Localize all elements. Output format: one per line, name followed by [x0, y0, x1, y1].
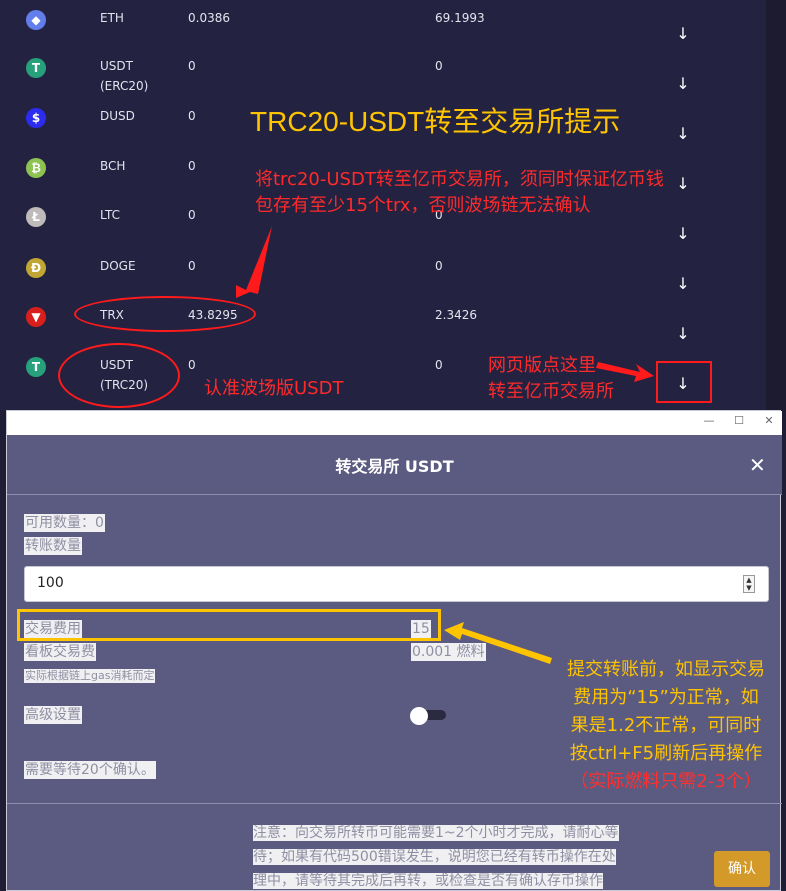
annotation-click-here: 网页版点这里 转至亿币交易所: [488, 353, 614, 405]
annotation-click-line2: 转至亿币交易所: [488, 381, 614, 402]
maximize-icon[interactable]: ☐: [729, 414, 749, 427]
annotation-fee-line5: （实际燃料只需2-3个）: [570, 771, 762, 792]
available-amount: 可用数量：0: [24, 514, 105, 532]
board-fee-label: 看板交易费: [24, 643, 96, 661]
annotation-fee-note: 提交转账前，如显示交易 费用为“15”为正常，如 果是1.2不正常，可同时 按c…: [548, 656, 784, 796]
confirm-button[interactable]: 确认: [714, 851, 770, 887]
amount-stepper[interactable]: ▲ ▼: [743, 575, 755, 593]
close-icon[interactable]: ✕: [749, 453, 766, 477]
transfer-amount-label: 转账数量: [24, 537, 82, 555]
annotation-click-line1: 网页版点这里: [488, 355, 596, 376]
annotation-fee-line4: 按ctrl+F5刷新后再操作: [569, 743, 763, 764]
notice-line1: 注意：向交易所转币可能需要1~2个小时才完成，请耐心等: [253, 825, 619, 841]
annotation-trc20-note: 认准波场版USDT: [204, 378, 344, 399]
notice-line2: 待；如果有代码500错误发生，说明您已经有转币操作在处: [253, 849, 616, 865]
window-titlebar: — ☐ ✕: [7, 411, 782, 435]
yellow-arrow: [444, 622, 552, 664]
gas-note: 实际根据链上gas消耗而定: [24, 669, 156, 683]
yellow-arrow-shape: [444, 622, 552, 664]
transfer-button-highlight-box: [656, 361, 712, 403]
modal-title: 转交易所 USDT: [335, 457, 454, 476]
amount-value: 100: [37, 575, 64, 591]
annotation-fee-line3: 果是1.2不正常，可同时: [570, 715, 762, 736]
amount-input[interactable]: 100 ▲ ▼: [24, 566, 769, 602]
red-arrow-to-trx: [236, 226, 272, 298]
toggle-knob: [410, 707, 428, 725]
modal-divider: [7, 803, 782, 804]
fee-highlight-box: [17, 609, 441, 641]
notice-text: 注意：向交易所转币可能需要1~2个小时才完成，请耐心等 待；如果有代码500错误…: [253, 821, 703, 891]
minimize-icon[interactable]: —: [699, 414, 719, 427]
advanced-settings-toggle[interactable]: [410, 707, 446, 725]
notice-line3: 理中，请等待其完成后再转，或检查是否有确认存币操作: [253, 873, 603, 889]
confirmations-note: 需要等待20个确认。: [24, 761, 156, 779]
annotation-fee-line1: 提交转账前，如显示交易: [567, 659, 765, 680]
modal-header: 转交易所 USDT: [7, 435, 782, 495]
trc20-highlight-ellipse: [58, 343, 180, 408]
annotation-fee-line2: 费用为“15”为正常，如: [573, 687, 759, 708]
advanced-settings-label: 高级设置: [24, 706, 82, 724]
transfer-modal: — ☐ ✕ 转交易所 USDT ✕ 可用数量：0 转账数量 100 ▲ ▼ 交易费…: [6, 410, 782, 891]
window-close-icon[interactable]: ✕: [759, 414, 779, 427]
trx-highlight-ellipse: [74, 296, 256, 332]
